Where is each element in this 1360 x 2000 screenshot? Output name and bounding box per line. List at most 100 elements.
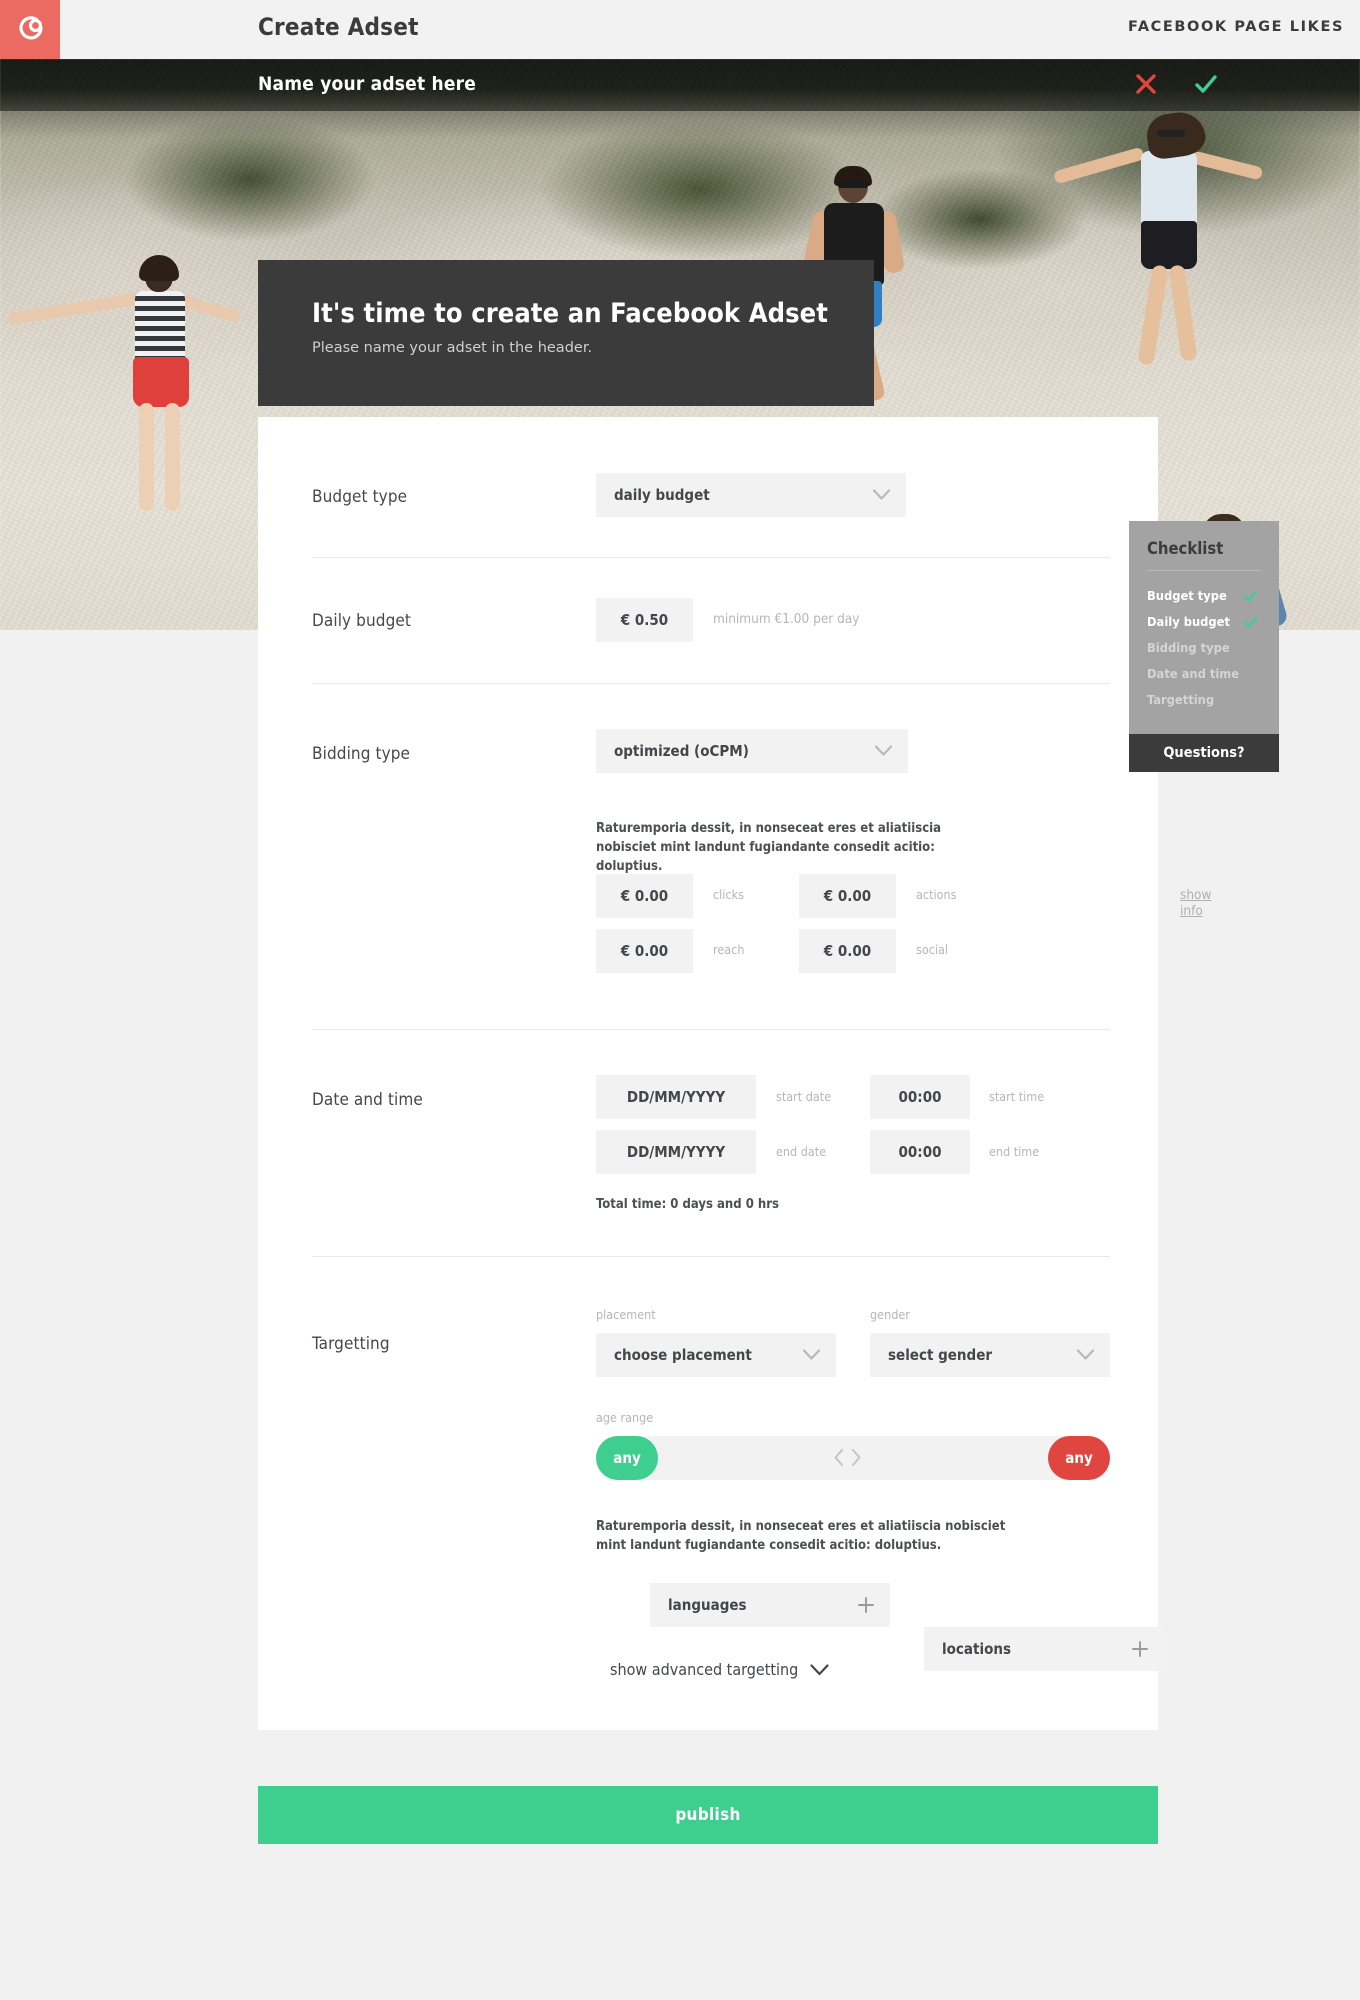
budget-type-select[interactable]: daily budget (596, 473, 906, 517)
bid-clicks-value: € 0.00 (620, 887, 669, 905)
placement-select[interactable]: choose placement (596, 1333, 836, 1377)
daily-budget-section: Daily budget € 0.50 minimum €1.00 per da… (258, 558, 1158, 683)
bidding-type-label: Bidding type (312, 744, 411, 764)
intro-subtitle: Please name your adset in the header. (312, 340, 593, 356)
plus-icon[interactable] (1132, 1641, 1148, 1657)
app-logo[interactable] (0, 0, 60, 59)
bid-social-label: social (916, 942, 949, 957)
locations-input[interactable]: locations (924, 1627, 1164, 1671)
plus-icon[interactable] (858, 1597, 874, 1613)
page-title: Create Adset (258, 13, 419, 41)
publish-button[interactable]: publish (258, 1786, 1158, 1844)
checkmark-icon[interactable] (1192, 70, 1220, 98)
create-adset-page: Create Adset FACEBOOK PAGE LIKES It's ti… (0, 0, 1360, 2000)
checkmark-icon (1244, 590, 1257, 602)
checklist-title: Checklist (1147, 539, 1224, 558)
show-info-link[interactable]: show info (1180, 887, 1211, 919)
age-range-min-handle[interactable]: any (596, 1436, 658, 1480)
checklist-item-label: Daily budget (1147, 615, 1230, 630)
gender-label: gender (870, 1307, 910, 1322)
campaign-objective-label: FACEBOOK PAGE LIKES (1128, 19, 1344, 35)
adset-form-panel: Budget type daily budget show info Daily… (258, 417, 1211, 1730)
checklist-item-daily-budget[interactable]: Daily budget (1147, 610, 1261, 636)
languages-input[interactable]: languages (650, 1583, 890, 1627)
gender-select[interactable]: select gender (870, 1333, 1110, 1377)
start-date-input[interactable]: DD/MM/YYYY (596, 1075, 756, 1119)
end-time-value: 00:00 (898, 1143, 942, 1161)
checklist-divider (1147, 570, 1261, 571)
bidding-type-select[interactable]: optimized (oCPM) (596, 729, 908, 773)
locations-value: locations (942, 1640, 1011, 1658)
targetting-label: Targetting (312, 1334, 390, 1354)
checklist-item-budget-type[interactable]: Budget type (1147, 584, 1261, 610)
checklist-body: Checklist Budget type Daily budget Biddi… (1129, 521, 1279, 734)
chevron-down-icon (873, 489, 890, 500)
bid-clicks-label: clicks (713, 887, 744, 902)
start-time-input[interactable]: 00:00 (870, 1075, 970, 1119)
checklist-item-label: Targetting (1147, 693, 1215, 708)
budget-type-section: Budget type daily budget show info (258, 417, 1211, 919)
chevron-down-icon (1077, 1349, 1094, 1360)
start-date-label: start date (776, 1089, 832, 1104)
checklist-item-label: Date and time (1147, 667, 1240, 682)
hero-person-left (6, 255, 242, 630)
checklist-panel: Checklist Budget type Daily budget Biddi… (1129, 521, 1279, 772)
daily-budget-label: Daily budget (312, 611, 411, 631)
daily-budget-input[interactable]: € 0.50 (596, 598, 693, 642)
daily-budget-hint: minimum €1.00 per day (713, 611, 860, 627)
start-time-label: start time (989, 1089, 1045, 1104)
checkmark-icon (1244, 616, 1257, 628)
end-date-label: end date (776, 1144, 827, 1159)
questions-button[interactable]: Questions? (1129, 734, 1279, 772)
advanced-toggle-label: show advanced targetting (610, 1660, 799, 1679)
end-date-value: DD/MM/YYYY (626, 1143, 726, 1161)
bid-reach-label: reach (713, 942, 745, 957)
chevron-left-icon[interactable] (834, 1449, 844, 1466)
end-time-input[interactable]: 00:00 (870, 1130, 970, 1174)
bid-actions-input[interactable]: € 0.00 (799, 874, 896, 918)
bid-actions-value: € 0.00 (823, 887, 872, 905)
bid-social-value: € 0.00 (823, 942, 872, 960)
budget-type-label: Budget type (312, 487, 408, 507)
app-logo-icon (19, 16, 43, 40)
age-range-label: age range (596, 1410, 654, 1425)
top-bar: Create Adset FACEBOOK PAGE LIKES (0, 0, 1360, 59)
checklist-item-label: Bidding type (1147, 641, 1230, 656)
chevron-down-icon (803, 1349, 820, 1360)
age-range-max-handle[interactable]: any (1048, 1436, 1110, 1480)
checklist-item-label: Budget type (1147, 589, 1227, 604)
end-time-label: end time (989, 1144, 1040, 1159)
bid-social-input[interactable]: € 0.00 (799, 929, 896, 973)
checklist-item-bidding-type[interactable]: Bidding type (1147, 636, 1261, 662)
bid-clicks-input[interactable]: € 0.00 (596, 874, 693, 918)
checklist-item-date-and-time[interactable]: Date and time (1147, 662, 1261, 688)
targetting-section: Targetting placement choose placement ge… (258, 1257, 1164, 1677)
date-time-label: Date and time (312, 1090, 423, 1110)
date-time-section: Date and time DD/MM/YYYY start date 00:0… (258, 1030, 1158, 1256)
age-range-slider-arrows (834, 1449, 861, 1466)
start-date-value: DD/MM/YYYY (626, 1088, 726, 1106)
intro-title: It's time to create an Facebook Adset (312, 298, 828, 329)
budget-type-value: daily budget (614, 486, 710, 504)
daily-budget-value: € 0.50 (620, 611, 669, 629)
gender-value: select gender (888, 1346, 993, 1364)
total-time-text: Total time: 0 days and 0 hrs (596, 1197, 779, 1212)
adset-name-bar (0, 59, 1360, 111)
start-time-value: 00:00 (898, 1088, 942, 1106)
show-advanced-targetting-toggle[interactable]: show advanced targetting (610, 1660, 829, 1679)
bid-actions-label: actions (916, 887, 957, 902)
bidding-type-section: Bidding type optimized (oCPM) Raturempor… (258, 684, 1158, 1029)
targetting-description: Raturemporia dessit, in nonseceat eres e… (596, 1519, 1006, 1553)
languages-value: languages (668, 1596, 747, 1614)
adset-name-input[interactable] (258, 73, 898, 95)
bid-reach-value: € 0.00 (620, 942, 669, 960)
end-date-input[interactable]: DD/MM/YYYY (596, 1130, 756, 1174)
chevron-right-icon[interactable] (851, 1449, 861, 1466)
bidding-type-value: optimized (oCPM) (614, 742, 749, 760)
bid-reach-input[interactable]: € 0.00 (596, 929, 693, 973)
close-x-icon[interactable] (1132, 70, 1160, 98)
placement-label: placement (596, 1307, 656, 1322)
checklist-item-targetting[interactable]: Targetting (1147, 688, 1261, 714)
placement-value: choose placement (614, 1346, 752, 1364)
chevron-down-icon (810, 1663, 829, 1675)
